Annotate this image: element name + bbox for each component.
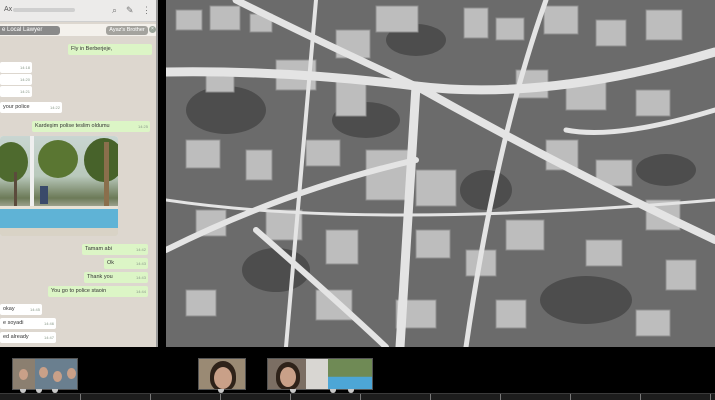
search-icon[interactable]: ⌕ [112,5,117,16]
timeline-clip[interactable] [267,358,373,390]
message-bubble[interactable]: e soyadi 14:46 [0,318,56,329]
message-bubble[interactable]: Kardeşim polise teslim oldumu 14:25 [32,121,150,132]
city-3d-map[interactable] [166,0,715,347]
attach-icon[interactable]: ✎ [126,5,134,16]
chat-panel: Ax ⌕ ✎ ⋮ e Local Lawyer Ayaz's Brother ×… [0,0,158,347]
message-bubble[interactable]: Fly in Berberjeje, [68,44,152,55]
chat-photo-message[interactable] [0,136,118,236]
chat-header: Ax ⌕ ✎ ⋮ [0,0,156,22]
map-canvas[interactable] [166,0,715,347]
timeline-clip[interactable] [198,358,246,390]
message-bubble[interactable]: Ok 14:43 [104,258,148,269]
chat-header-prefix: Ax [4,6,13,13]
chat-contact-bar: e Local Lawyer Ayaz's Brother × [0,24,156,36]
message-bubble[interactable]: 14:18 [0,62,32,73]
contact-name: Ayaz's Brother [106,26,148,35]
timeline-clip[interactable] [12,358,78,390]
message-bubble[interactable]: Thank you 14:43 [84,272,148,283]
message-bubble[interactable]: your police 14:22 [0,102,62,113]
timeline-ruler[interactable] [0,393,715,400]
message-bubble[interactable]: 14:21 [0,86,32,97]
message-bubble[interactable]: ed already 14:47 [0,332,56,343]
more-icon[interactable]: ⋮ [142,5,151,16]
message-bubble[interactable]: You go to police staoin 14:44 [48,286,148,297]
blurred-chat-title [13,8,75,12]
contact-label: e Local Lawyer [0,26,60,35]
message-bubble[interactable]: okay 14:45 [0,304,42,315]
close-icon[interactable]: × [149,26,156,33]
message-bubble[interactable]: 14:20 [0,74,32,85]
message-bubble[interactable]: Tamam abi 14:42 [82,244,148,255]
